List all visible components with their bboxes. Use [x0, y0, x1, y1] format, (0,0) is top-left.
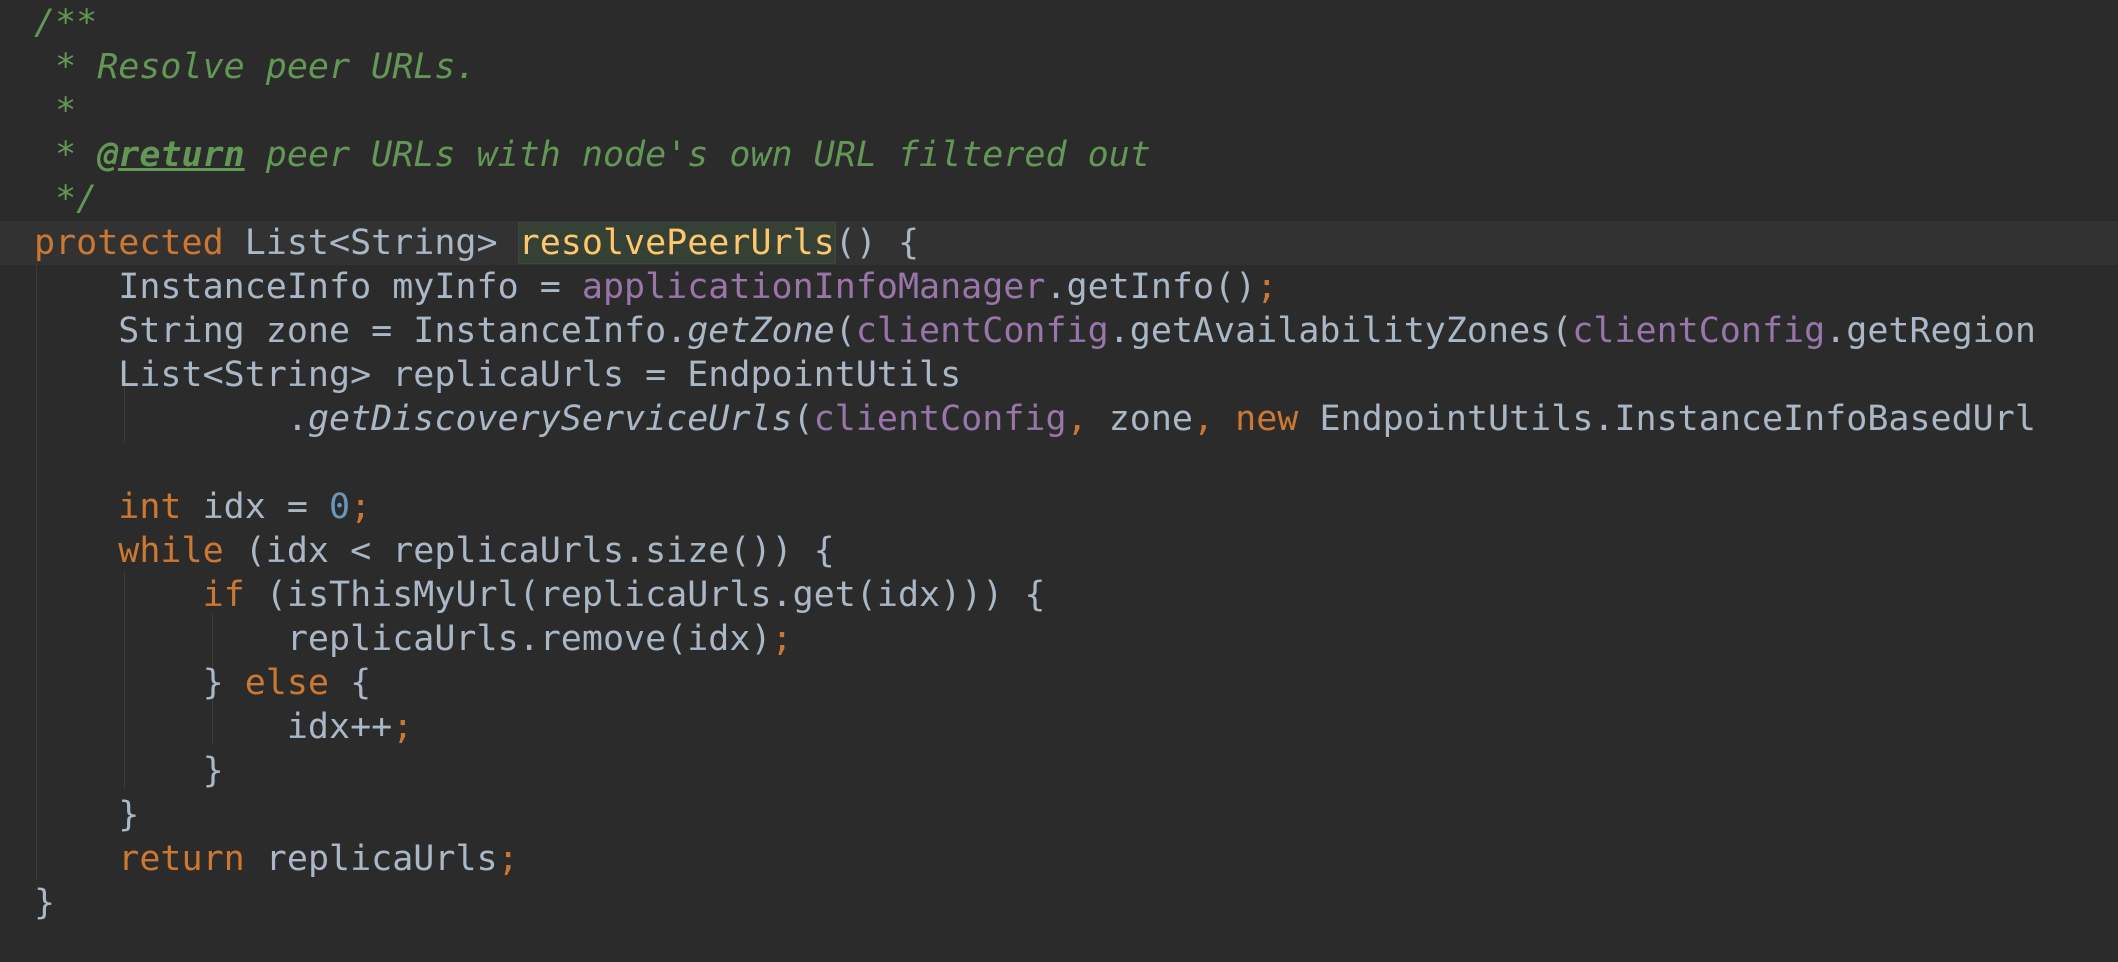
code-token: {: [350, 663, 372, 703]
code-token: (idx < replicaUrls.size()) {: [244, 531, 835, 571]
code-line[interactable]: InstanceInfo myInfo = applicationInfoMan…: [0, 265, 2118, 309]
code-token: List<String> replicaUrls = EndpointUtils: [34, 355, 962, 395]
code-token: .getInfo(): [1045, 267, 1257, 307]
code-line[interactable]: } else {: [0, 661, 2118, 705]
code-token: (: [834, 311, 856, 351]
code-token: (: [792, 399, 814, 439]
code-line-content: }: [34, 749, 224, 793]
code-line[interactable]: return replicaUrls;: [0, 837, 2118, 881]
code-line-content: * Resolve peer URLs.: [34, 45, 477, 89]
code-line-content: List<String> replicaUrls = EndpointUtils: [34, 353, 961, 397]
keyword-token: while: [34, 531, 245, 571]
code-token: }: [34, 663, 245, 703]
code-line[interactable]: protected List<String> resolvePeerUrls()…: [0, 221, 2118, 265]
keyword-token: else: [244, 663, 351, 703]
code-token: replicaUrls.remove(idx): [34, 619, 772, 659]
code-line[interactable]: while (idx < replicaUrls.size()) {: [0, 529, 2118, 573]
keyword-token: int: [34, 487, 203, 527]
javadoc-tag-token: @return: [97, 135, 245, 175]
code-line-content: .getDiscoveryServiceUrls(clientConfig, z…: [34, 397, 2036, 441]
code-line[interactable]: idx++;: [0, 705, 2118, 749]
code-token: () {: [834, 223, 920, 263]
punctuation-token: ,: [1193, 399, 1236, 439]
code-token: zone: [1108, 399, 1193, 439]
field-reference-token: clientConfig: [1572, 311, 1826, 351]
punctuation-token: ,: [1066, 399, 1109, 439]
doc-comment-token: /**: [34, 3, 98, 43]
code-token: }: [34, 795, 140, 835]
code-line[interactable]: }: [0, 881, 2118, 925]
code-token: List<String>: [244, 223, 519, 263]
code-token: }: [34, 883, 56, 923]
code-line[interactable]: .getDiscoveryServiceUrls(clientConfig, z…: [0, 397, 2118, 441]
code-line-content: }: [34, 881, 55, 925]
field-reference-token: clientConfig: [855, 311, 1109, 351]
code-line[interactable]: }: [0, 749, 2118, 793]
code-line-content: idx++;: [34, 705, 413, 749]
code-line-content: replicaUrls.remove(idx);: [34, 617, 793, 661]
code-line[interactable]: *: [0, 89, 2118, 133]
code-token: idx++: [34, 707, 393, 747]
code-line-content: String zone = InstanceInfo.getZone(clien…: [34, 309, 2036, 353]
static-method-token: getZone: [687, 311, 835, 351]
code-line-content: *: [34, 89, 76, 133]
field-reference-token: applicationInfoManager: [581, 267, 1046, 307]
code-line-content: while (idx < replicaUrls.size()) {: [34, 529, 835, 573]
doc-comment-token: */: [34, 179, 98, 219]
code-token: replicaUrls: [265, 839, 498, 879]
code-line[interactable]: * @return peer URLs with node's own URL …: [0, 133, 2118, 177]
code-token: idx =: [202, 487, 330, 527]
punctuation-token: ;: [392, 707, 414, 747]
code-line-content: int idx = 0;: [34, 485, 371, 529]
code-line-content: InstanceInfo myInfo = applicationInfoMan…: [34, 265, 1277, 309]
code-line[interactable]: * Resolve peer URLs.: [0, 45, 2118, 89]
code-line[interactable]: String zone = InstanceInfo.getZone(clien…: [0, 309, 2118, 353]
punctuation-token: ;: [497, 839, 519, 879]
keyword-token: if: [34, 575, 266, 615]
code-line[interactable]: List<String> replicaUrls = EndpointUtils: [0, 353, 2118, 397]
punctuation-token: ;: [771, 619, 793, 659]
code-line[interactable]: }: [0, 793, 2118, 837]
code-line[interactable]: replicaUrls.remove(idx);: [0, 617, 2118, 661]
code-token: InstanceInfo myInfo =: [34, 267, 582, 307]
punctuation-token: ;: [350, 487, 372, 527]
code-token: EndpointUtils.InstanceInfoBasedUrl: [1319, 399, 2036, 439]
keyword-token: protected: [34, 223, 245, 263]
code-line-content: }: [34, 793, 139, 837]
code-line[interactable]: int idx = 0;: [0, 485, 2118, 529]
code-line[interactable]: /**: [0, 1, 2118, 45]
punctuation-token: ;: [1256, 267, 1278, 307]
code-line-content: } else {: [34, 661, 372, 705]
doc-comment-token: * Resolve peer URLs.: [34, 47, 477, 87]
method-name-token: resolvePeerUrls: [517, 222, 836, 264]
code-token: .getAvailabilityZones(: [1108, 311, 1573, 351]
code-token: (isThisMyUrl(replicaUrls.get(idx))) {: [265, 575, 1046, 615]
code-token: String zone = InstanceInfo.: [34, 311, 688, 351]
code-line[interactable]: if (isThisMyUrl(replicaUrls.get(idx))) {: [0, 573, 2118, 617]
keyword-token: return: [34, 839, 266, 879]
code-line-content: */: [34, 177, 97, 221]
doc-comment-token: *: [34, 91, 77, 131]
code-line[interactable]: [0, 441, 2118, 485]
number-literal-token: 0: [329, 487, 351, 527]
doc-comment-token: peer URLs with node's own URL filtered o…: [244, 135, 1151, 175]
code-line-content: if (isThisMyUrl(replicaUrls.get(idx))) {: [34, 573, 1046, 617]
code-token: }: [34, 751, 224, 791]
code-line[interactable]: */: [0, 177, 2118, 221]
static-method-token: getDiscoveryServiceUrls: [307, 399, 793, 439]
code-line-content: return replicaUrls;: [34, 837, 519, 881]
code-line-content: * @return peer URLs with node's own URL …: [34, 133, 1151, 177]
code-token: .: [34, 399, 308, 439]
doc-comment-token: *: [34, 135, 98, 175]
code-token: .getRegion: [1825, 311, 2036, 351]
code-line-content: /**: [34, 1, 97, 45]
code-editor[interactable]: /** * Resolve peer URLs. * * @return pee…: [0, 0, 2118, 962]
field-reference-token: clientConfig: [813, 399, 1067, 439]
code-line-content: protected List<String> resolvePeerUrls()…: [34, 221, 919, 265]
keyword-token: new: [1235, 399, 1320, 439]
